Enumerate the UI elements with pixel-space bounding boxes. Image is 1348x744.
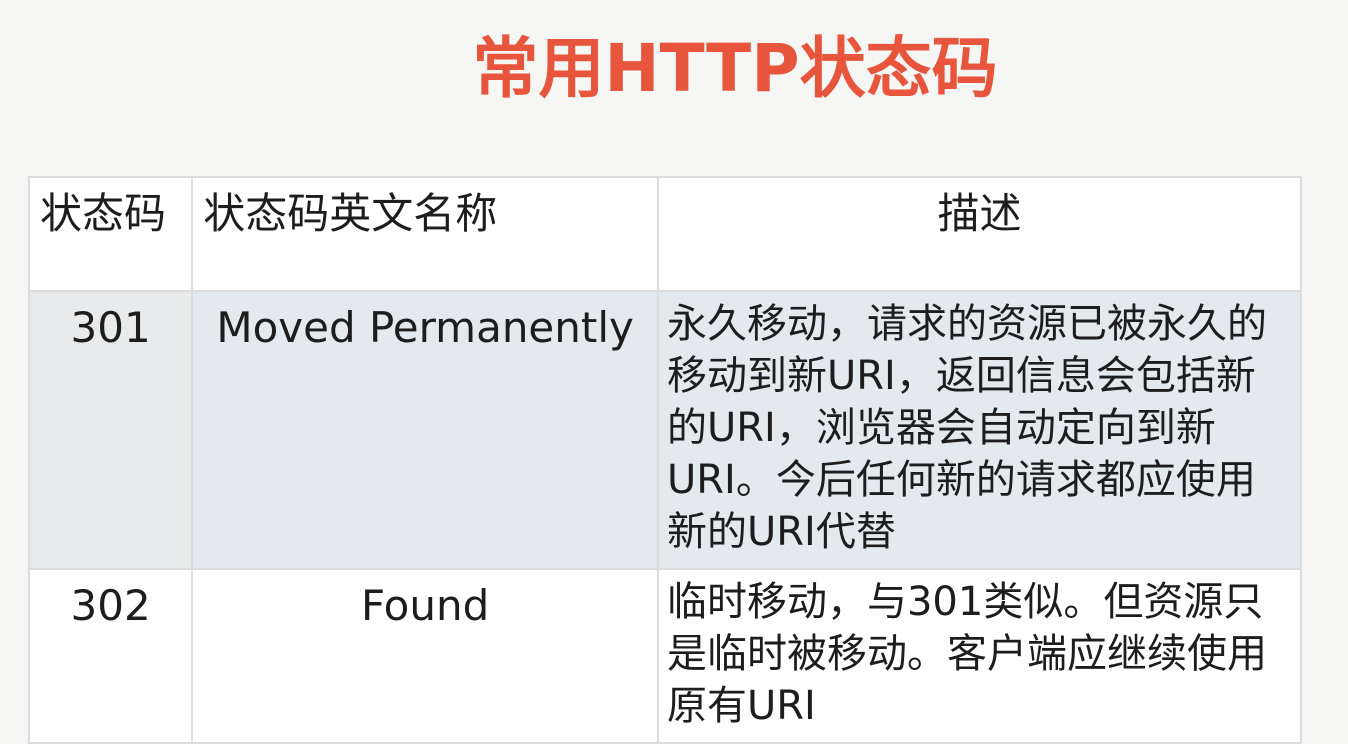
slide-title: 常用HTTP状态码 <box>472 30 998 107</box>
table-row: 302 Found 临时移动，与301类似。但资源只是临时被移动。客户端应继续使… <box>27 568 1303 744</box>
header-description: 描述 <box>656 176 1303 292</box>
header-status-code: 状态码 <box>27 176 194 292</box>
table-row: 301 Moved Permanently 永久移动，请求的资源已被永久的移动到… <box>27 290 1303 570</box>
http-status-table: 状态码 状态码英文名称 描述 301 Moved Permanently 永久移… <box>27 176 1303 744</box>
header-english-name: 状态码英文名称 <box>191 176 659 292</box>
status-name-cell: Moved Permanently <box>191 290 659 570</box>
status-name-cell: Found <box>191 568 659 744</box>
status-code-cell: 302 <box>27 568 194 744</box>
table-header-row: 状态码 状态码英文名称 描述 <box>27 176 1303 292</box>
status-code-cell: 301 <box>27 290 194 570</box>
status-description-cell: 永久移动，请求的资源已被永久的移动到新URI，返回信息会包括新的URI，浏览器会… <box>656 290 1303 570</box>
status-description-cell: 临时移动，与301类似。但资源只是临时被移动。客户端应继续使用原有URI <box>656 568 1303 744</box>
